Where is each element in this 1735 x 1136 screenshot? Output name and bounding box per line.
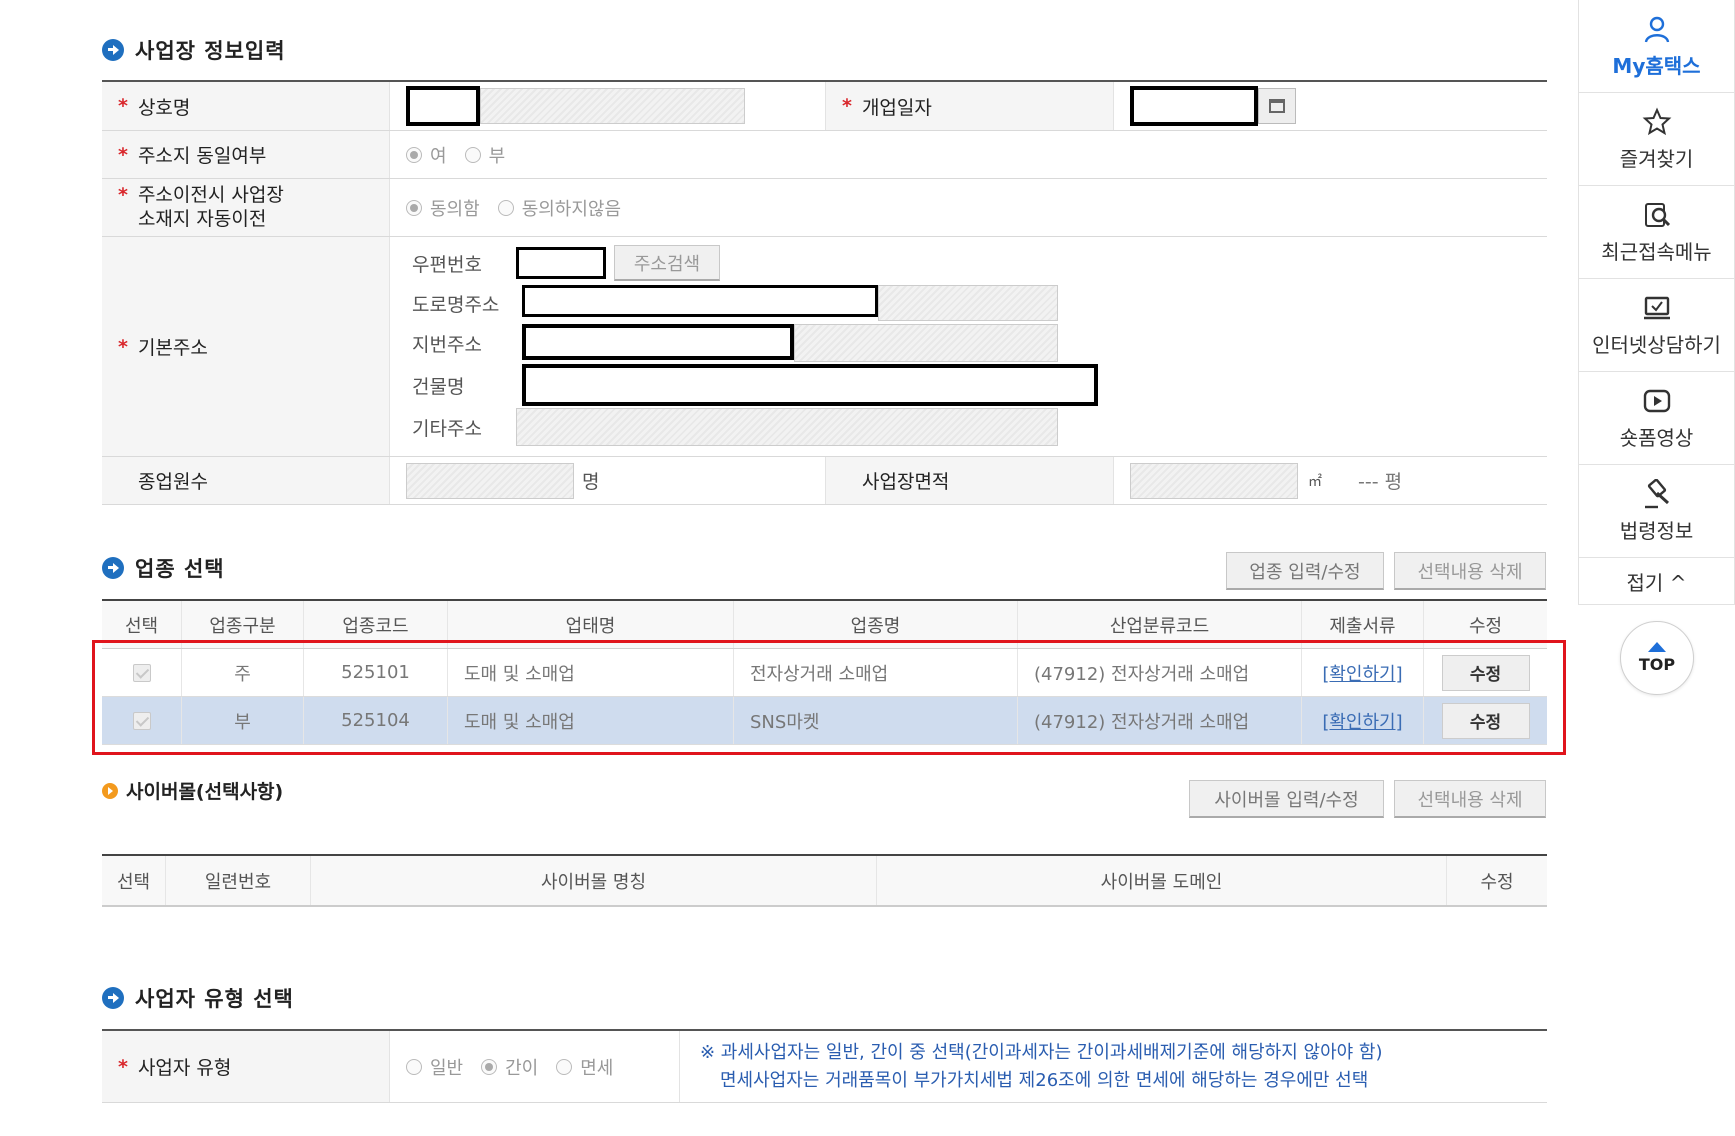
row-auto-transfer: * 주소이전시 사업장 소재지 자동이전 동의함 동의하지않음: [102, 179, 1547, 237]
business-type-form: * 사업자 유형 일반 간이 면세 ※ 과세사업자는 일반, 간이 중 선택(간이…: [102, 1029, 1547, 1103]
edit-button[interactable]: 수정: [1441, 702, 1530, 739]
cybermall-delete-button[interactable]: 선택내용 삭제: [1394, 780, 1546, 818]
trade-name-input[interactable]: [406, 86, 480, 126]
star-icon: [1642, 107, 1671, 135]
address-search-button[interactable]: 주소검색: [614, 245, 720, 281]
area-unit: ㎡: [1308, 473, 1322, 490]
row-employees: 종업원수 명 사업장면적 ㎡ --- 평: [102, 457, 1547, 505]
quick-menu-sidebar: My홈택스 즐겨찾기 최근접속메뉴 인터넷상담하기 숏폼영상 법령정보 접기 ^: [1578, 0, 1735, 605]
address-same-label: * 주소지 동일여부: [102, 131, 390, 178]
sidebar-item-favorites[interactable]: 즐겨찾기: [1579, 93, 1734, 186]
other-address-label: 기타주소: [412, 417, 482, 440]
sidebar-item-my-hometax[interactable]: My홈택스: [1579, 0, 1734, 93]
business-info-form: * 상호명 * 개업일자 * 주소지 동일여부 여 부 * 주소이전시 사업장 소재지 자…: [102, 80, 1547, 505]
table-row[interactable]: 주 525101 도매 및 소매업 전자상거래 소매업 (47912) 전자상거…: [102, 649, 1547, 697]
industry-delete-button[interactable]: 선택내용 삭제: [1394, 552, 1546, 590]
monitor-check-icon: [1643, 296, 1670, 319]
other-address-input[interactable]: [516, 408, 1058, 446]
calendar-icon[interactable]: [1258, 88, 1296, 124]
lot-address-input[interactable]: [522, 324, 794, 360]
cybermall-table-header: 선택 일련번호 사이버몰 명칭 사이버몰 도메인 수정: [102, 856, 1547, 907]
sidebar-item-online-consult[interactable]: 인터넷상담하기: [1579, 279, 1734, 372]
road-address-label: 도로명주소: [412, 293, 500, 316]
gavel-icon: [1644, 478, 1669, 508]
radio-general[interactable]: 일반: [406, 1054, 463, 1080]
play-icon: [1643, 389, 1670, 412]
sidebar-item-recent-menu[interactable]: 최근접속메뉴: [1579, 186, 1734, 279]
employees-unit: 명: [582, 471, 600, 493]
business-type-notice: ※ 과세사업자는 일반, 간이 중 선택(간이과세자는 간이과세배제기준에 해당…: [700, 1042, 1383, 1091]
search-document-icon: [1644, 202, 1670, 227]
sidebar-fold-button[interactable]: 접기 ^: [1579, 558, 1734, 604]
business-type-label: * 사업자 유형: [102, 1031, 390, 1102]
base-address-label: * 기본주소: [102, 237, 390, 456]
row-checkbox[interactable]: [132, 663, 151, 682]
confirm-link[interactable]: [확인하기]: [1322, 660, 1402, 686]
person-icon: [1644, 16, 1669, 42]
trade-name-label: * 상호명: [102, 82, 390, 130]
open-date-input[interactable]: [1130, 86, 1258, 126]
lot-address-label: 지번주소: [412, 333, 482, 356]
radio-exempt[interactable]: 면세: [556, 1054, 613, 1080]
radio-agree[interactable]: 동의함: [406, 195, 480, 221]
area-input[interactable]: [1130, 462, 1298, 499]
row-base-address: * 기본주소 우편번호 주소검색 도로명주소 지번주소 건물명 기타주소: [102, 237, 1547, 457]
edit-button[interactable]: 수정: [1441, 654, 1530, 691]
postal-input[interactable]: [516, 247, 606, 279]
area-pyeong: --- 평: [1358, 471, 1403, 493]
building-label: 건물명: [412, 375, 465, 398]
employees-label: 종업원수: [102, 457, 390, 504]
row-checkbox[interactable]: [132, 711, 151, 730]
section-title-cybermall: 사이버몰(선택사항): [102, 777, 283, 804]
scroll-top-button[interactable]: TOP: [1620, 621, 1694, 695]
industry-table-header: 선택 업종구분 업종코드 업태명 업종명 산업분류코드 제출서류 수정: [102, 601, 1547, 649]
section-title-industry: 업종 선택: [102, 553, 225, 583]
arrow-circle-icon: [102, 782, 118, 799]
industry-input-button[interactable]: 업종 입력/수정: [1226, 552, 1384, 590]
radio-disagree[interactable]: 동의하지않음: [497, 195, 621, 221]
row-address-same: * 주소지 동일여부 여 부: [102, 131, 1547, 179]
area-label: 사업장면적: [826, 457, 1114, 504]
row-trade-name: * 상호명 * 개업일자: [102, 82, 1547, 131]
cybermall-table: 선택 일련번호 사이버몰 명칭 사이버몰 도메인 수정: [102, 854, 1547, 907]
arrow-circle-icon: [102, 557, 124, 579]
open-date-label: * 개업일자: [826, 82, 1114, 130]
sidebar-item-short-video[interactable]: 숏폼영상: [1579, 372, 1734, 465]
table-row[interactable]: 부 525104 도매 및 소매업 SNS마켓 (47912) 전자상거래 소매…: [102, 697, 1547, 745]
building-input[interactable]: [522, 364, 1098, 406]
radio-address-same-no[interactable]: 부: [464, 142, 505, 168]
cybermall-input-button[interactable]: 사이버몰 입력/수정: [1189, 780, 1384, 818]
arrow-circle-icon: [102, 39, 124, 61]
up-arrow-icon: [1648, 642, 1666, 652]
postal-label: 우편번호: [412, 253, 482, 276]
industry-table: 선택 업종구분 업종코드 업태명 업종명 산업분류코드 제출서류 수정 주 52…: [102, 599, 1547, 745]
arrow-circle-icon: [102, 987, 124, 1009]
section-title-business-info: 사업장 정보입력: [102, 35, 286, 65]
sidebar-item-law-info[interactable]: 법령정보: [1579, 465, 1734, 558]
auto-transfer-label: * 주소이전시 사업장 소재지 자동이전: [102, 179, 390, 236]
employees-input[interactable]: [406, 462, 574, 499]
radio-simplified[interactable]: 간이: [481, 1054, 538, 1080]
trade-name-readonly: [480, 88, 745, 124]
confirm-link[interactable]: [확인하기]: [1322, 708, 1402, 734]
radio-address-same-yes[interactable]: 여: [406, 142, 447, 168]
road-address-input[interactable]: [522, 285, 878, 317]
section-title-business-type: 사업자 유형 선택: [102, 983, 294, 1013]
row-business-type: * 사업자 유형 일반 간이 면세 ※ 과세사업자는 일반, 간이 중 선택(간이…: [102, 1031, 1547, 1103]
